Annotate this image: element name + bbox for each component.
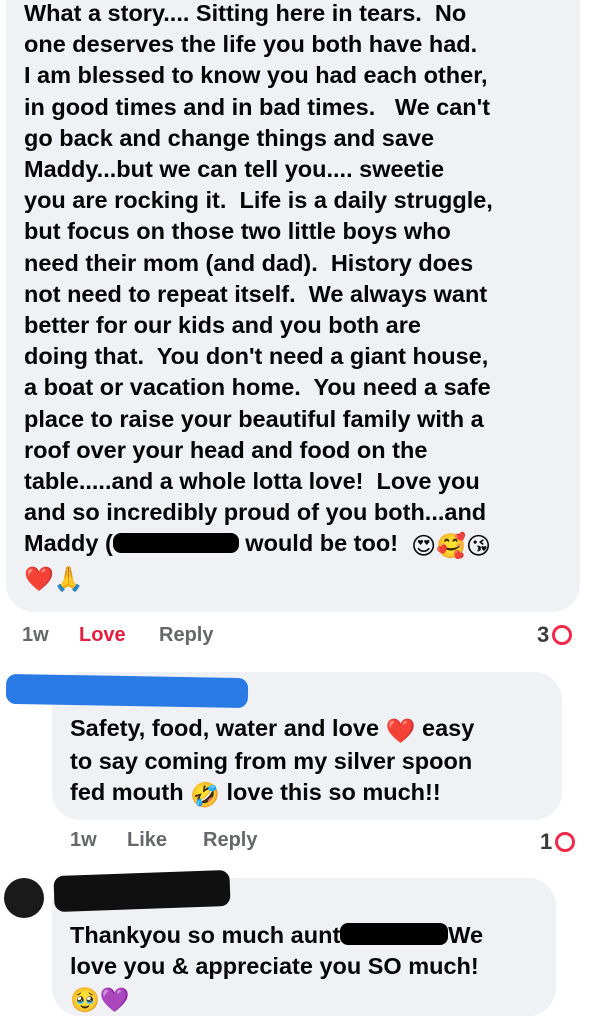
redacted-author-name [5,673,249,709]
love-reaction-icon [552,625,573,645]
reply-text-part: love this so much!! [219,779,441,806]
love-button[interactable]: Love [79,624,126,647]
like-button[interactable]: Like [127,829,167,852]
reaction-count: 3 [537,622,550,647]
comment-text-part: What a story.... Sitting here in tears. … [24,0,493,557]
comment-timestamp: 1w [22,624,49,646]
reply-text-part: Thankyou so much aunt [70,922,341,948]
redacted-author-name [53,869,231,913]
comment-text-part: would be too! [238,530,412,557]
folded-hands-emoji: 🙏 [53,566,84,594]
pleading-face-emoji: 🥹 [70,987,100,1015]
reply-timestamp: 1w [70,829,97,851]
reply-button[interactable]: Reply [203,829,257,852]
rolling-laughing-emoji: 🤣 [190,782,220,810]
purple-heart-emoji: 💜 [99,987,130,1015]
reply-text-part: Safety, food, water and love [70,715,386,741]
comment-text: What a story.... Sitting here in tears. … [24,0,574,594]
red-heart-emoji: ❤️ [24,566,54,594]
avatar[interactable] [4,878,44,918]
reply-button[interactable]: Reply [159,624,213,647]
reaction-summary[interactable]: 3 [537,622,573,648]
heart-eyes-emoji: 😍 [411,533,437,561]
reply-text: Safety, food, water and love ❤️ easy to … [70,713,550,810]
reaction-summary[interactable]: 1 [540,829,576,855]
love-reaction-icon [555,832,576,852]
red-heart-emoji: ❤️ [385,718,416,745]
reaction-count: 1 [540,829,553,854]
reply-text: Thankyou so much aunt We love you & appre… [70,920,550,1015]
redacted-name [112,533,239,554]
smiling-hearts-emoji: 🥰 [436,533,467,561]
kissing-emoji: 😘 [466,533,492,561]
redacted-name [340,923,449,945]
